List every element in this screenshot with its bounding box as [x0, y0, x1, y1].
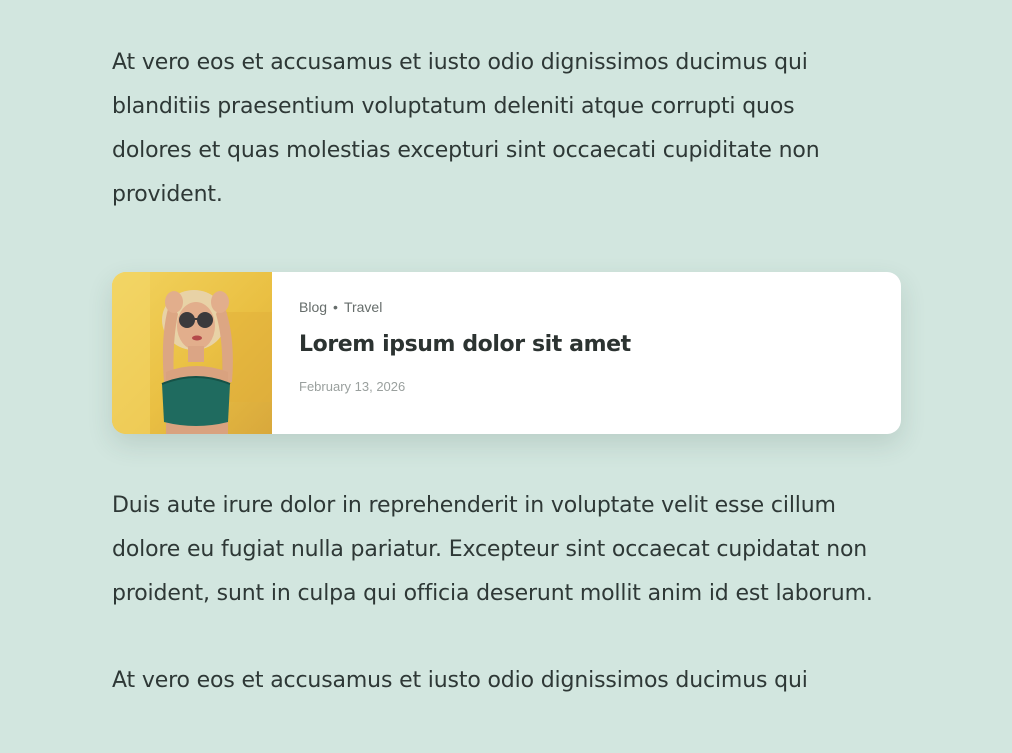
- related-post-card[interactable]: Blog • Travel Lorem ipsum dolor sit amet F…: [112, 272, 901, 434]
- post-thumbnail-image[interactable]: [112, 272, 272, 434]
- related-post-card-link[interactable]: Blog • Travel Lorem ipsum dolor sit amet F…: [112, 272, 912, 434]
- card-body: Blog • Travel Lorem ipsum dolor sit amet F…: [272, 272, 631, 434]
- category-blog[interactable]: Blog: [299, 299, 327, 315]
- post-date: February 13, 2026: [299, 379, 406, 394]
- paragraph: At vero eos et accusamus et iusto odio d…: [112, 668, 808, 693]
- post-title[interactable]: Lorem ipsum dolor sit amet: [299, 331, 631, 359]
- article-content: At vero eos et accusamus et iusto odio d…: [112, 41, 912, 703]
- woman-with-sunglasses-photo-icon: [112, 272, 272, 434]
- category-travel[interactable]: Travel: [344, 299, 382, 315]
- paragraph: At vero eos et accusamus et iusto odio d…: [112, 50, 820, 207]
- post-categories: Blog • Travel: [299, 298, 631, 316]
- paragraph: Duis aute irure dolor in reprehenderit i…: [112, 493, 873, 606]
- category-separator: •: [333, 299, 338, 315]
